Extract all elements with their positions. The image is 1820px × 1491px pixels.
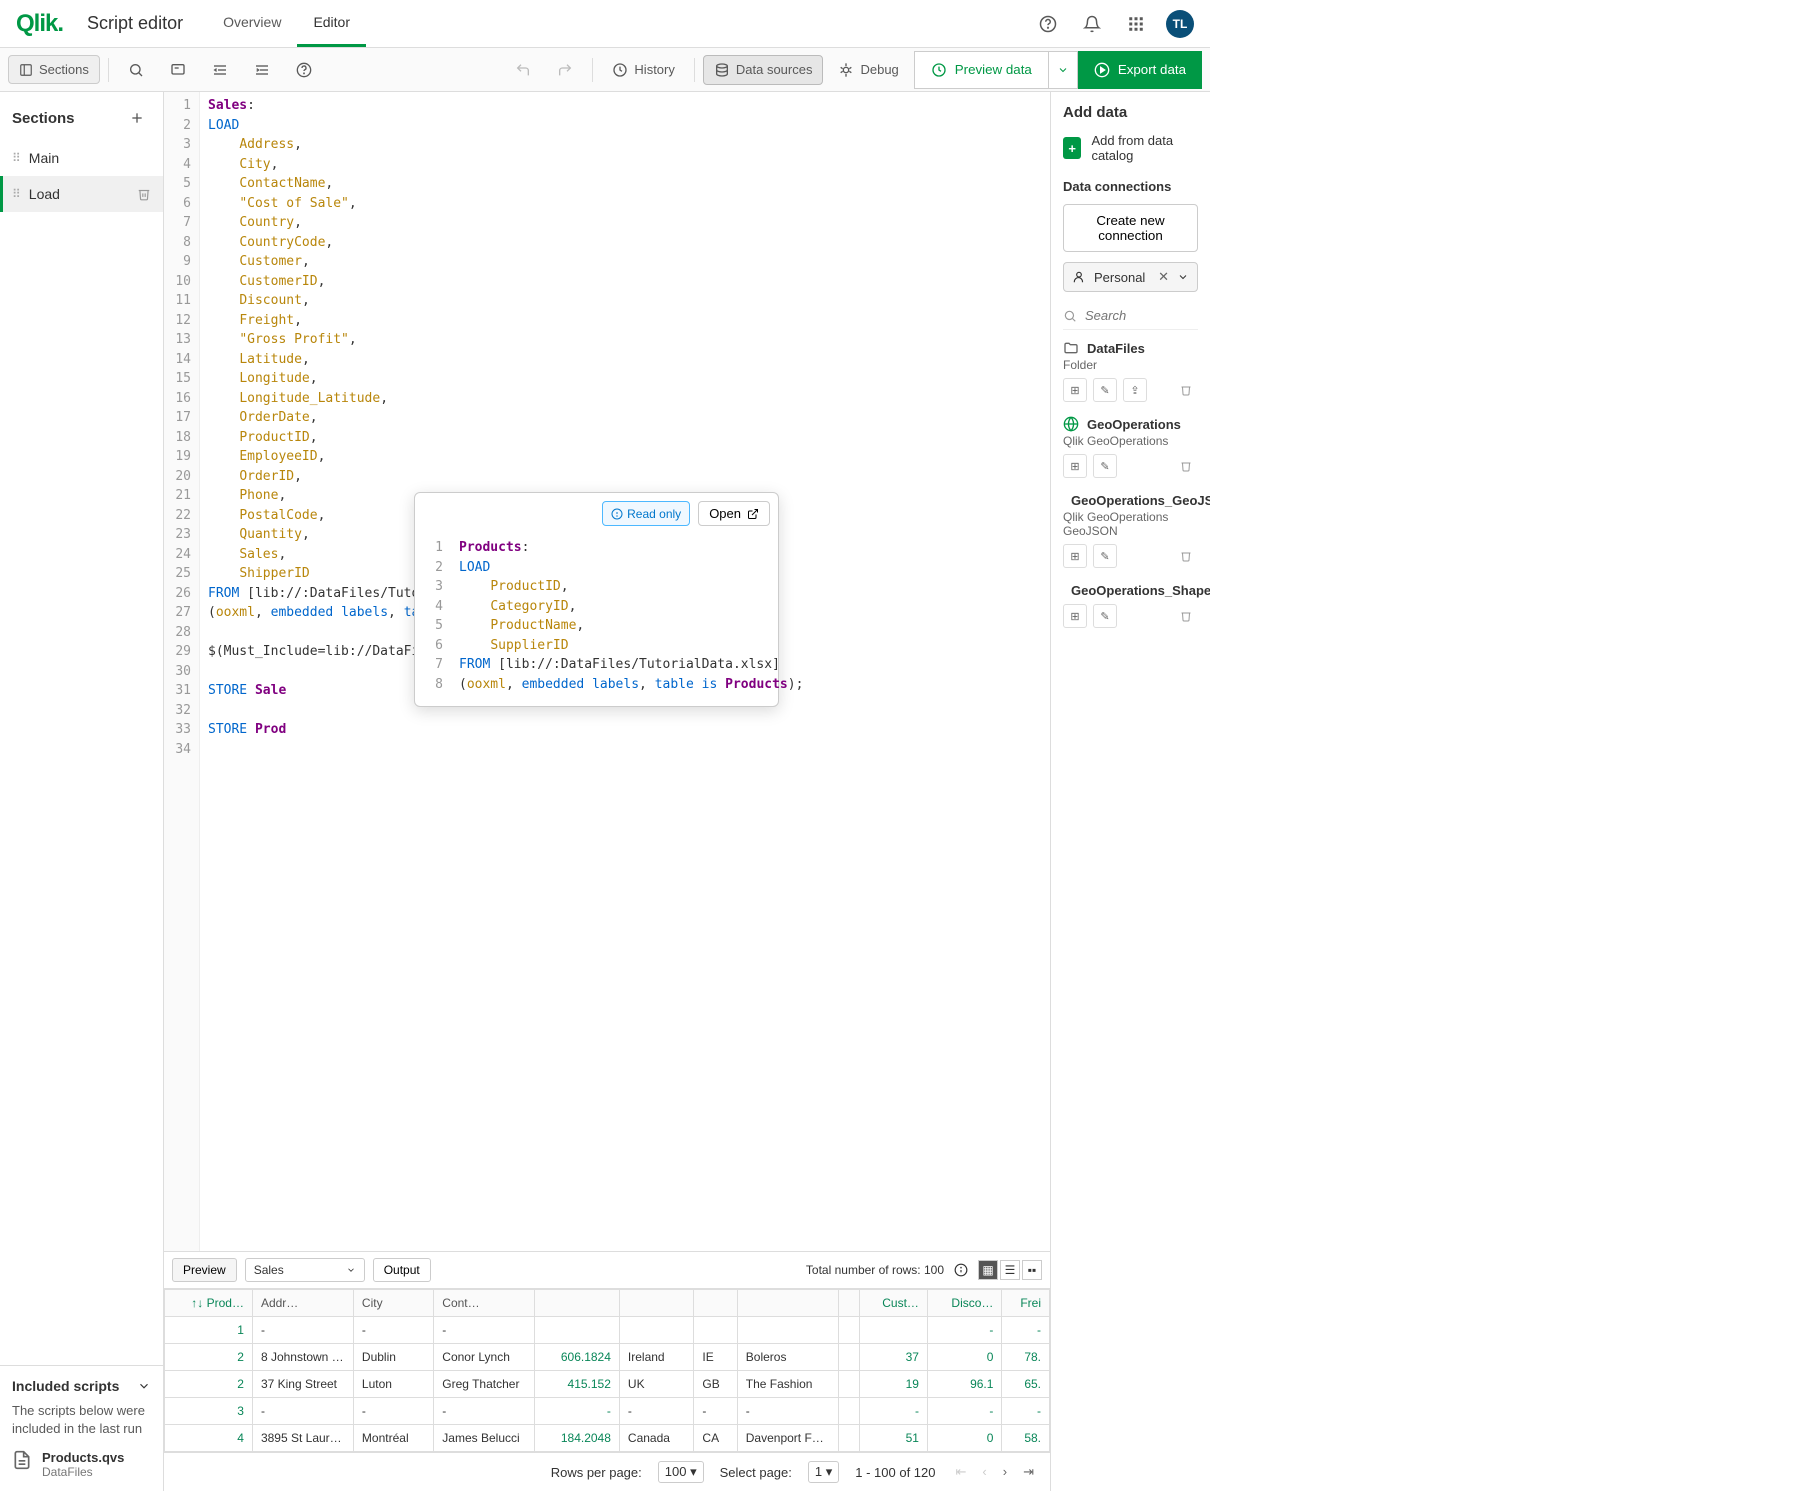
delete-connection-icon[interactable] [1174,454,1198,478]
select-page-label: Select page: [720,1465,792,1480]
included-scripts-desc: The scripts below were included in the l… [12,1402,151,1438]
total-rows-label: Total number of rows: 100 [806,1263,944,1277]
preview-table[interactable]: ↑↓ Prod…Addr…CityCont…Cust…Disco…Frei1--… [164,1289,1050,1452]
rows-per-page-label: Rows per page: [551,1465,642,1480]
delete-connection-icon[interactable] [1174,604,1198,628]
upload-icon[interactable]: ⇪ [1123,378,1147,402]
undo-icon[interactable] [504,55,542,85]
bell-icon[interactable] [1078,10,1106,38]
preview-panel: Preview Sales Output Total number of row… [164,1251,1050,1491]
connection-item[interactable]: GeoOperations_GeoJSON Qlik GeoOperations… [1063,492,1198,568]
select-data-icon[interactable]: ⊞ [1063,604,1087,628]
view-table-icon[interactable]: ▦ [978,1260,998,1280]
collapse-icon[interactable] [137,1379,151,1393]
delete-section-icon[interactable] [137,187,151,201]
output-tab-button[interactable]: Output [373,1258,431,1282]
data-connections-title: Data connections [1063,179,1198,194]
included-file-name: Products.qvs [42,1450,124,1465]
delete-connection-icon[interactable] [1174,544,1198,568]
sections-sidebar: Sections ⠿ Main ⠿ Load Included scripts … [0,92,164,1491]
section-item-main[interactable]: ⠿ Main [0,140,163,176]
create-connection-button[interactable]: Create new connection [1063,204,1198,252]
script-file-icon [12,1450,32,1470]
section-item-load[interactable]: ⠿ Load [0,176,163,212]
view-list-icon[interactable]: ☰ [1000,1260,1020,1280]
edit-connection-icon[interactable]: ✎ [1093,454,1117,478]
drag-handle-icon[interactable]: ⠿ [12,151,19,165]
qlik-logo: Qlik. [16,10,63,38]
outdent-icon[interactable] [201,55,239,85]
include-preview-popup: Read only Open 12345678 Products:LOAD Pr… [414,492,779,707]
app-header: Qlik. Script editor Overview Editor TL [0,0,1210,48]
sections-title: Sections [12,110,75,127]
edit-connection-icon[interactable]: ✎ [1093,604,1117,628]
included-scripts-panel: Included scripts The scripts below were … [0,1365,163,1491]
table-select[interactable]: Sales [245,1258,365,1282]
page-last-icon[interactable]: ⇥ [1019,1462,1038,1482]
select-data-icon[interactable]: ⊞ [1063,454,1087,478]
tab-overview[interactable]: Overview [207,0,297,47]
sections-toggle-button[interactable]: Sections [8,55,100,84]
section-label: Load [29,186,60,202]
header-tabs: Overview Editor [207,0,366,47]
debug-button[interactable]: Debug [827,55,909,85]
connection-search-input[interactable] [1085,308,1210,323]
data-sources-panel: Add data + Add from data catalog Data co… [1050,92,1210,1491]
history-button[interactable]: History [601,55,685,85]
preview-tab-button[interactable]: Preview [172,1258,237,1282]
info-icon[interactable] [954,1263,968,1277]
preview-data-button[interactable]: Preview data [914,51,1049,89]
add-section-icon[interactable] [123,104,151,132]
page-range-label: 1 - 100 of 120 [855,1465,935,1480]
add-from-catalog-button[interactable]: + Add from data catalog [1063,133,1198,163]
included-file-source: DataFiles [42,1465,124,1479]
search-icon[interactable] [117,55,155,85]
select-page-select[interactable]: 1 ▾ [808,1461,839,1483]
connection-item[interactable]: GeoOperations_Shapefile ⊞ ✎ [1063,582,1198,628]
plus-icon: + [1063,137,1081,159]
connection-item[interactable]: GeoOperations Qlik GeoOperations ⊞ ✎ [1063,416,1198,478]
page-first-icon[interactable]: ⇤ [952,1462,971,1482]
edit-connection-icon[interactable]: ✎ [1093,378,1117,402]
open-script-button[interactable]: Open [698,501,770,526]
preview-data-dropdown[interactable] [1049,51,1078,89]
page-prev-icon[interactable]: ‹ [978,1462,990,1482]
space-filter[interactable]: Personal ✕ [1063,262,1198,292]
comment-icon[interactable] [159,55,197,85]
tab-editor[interactable]: Editor [297,0,366,47]
view-grid-icon[interactable]: ▪▪ [1022,1260,1042,1280]
section-label: Main [29,150,59,166]
data-sources-button[interactable]: Data sources [703,55,824,85]
rows-per-page-select[interactable]: 100 ▾ [658,1461,704,1483]
delete-connection-icon[interactable] [1174,378,1198,402]
add-data-title: Add data [1063,104,1198,121]
help-toolbar-icon[interactable] [285,55,323,85]
help-icon[interactable] [1034,10,1062,38]
select-data-icon[interactable]: ⊞ [1063,544,1087,568]
clear-filter-icon[interactable]: ✕ [1158,269,1169,285]
chevron-down-icon[interactable] [1177,271,1189,283]
connection-item[interactable]: DataFiles Folder ⊞ ✎ ⇪ [1063,340,1198,402]
included-scripts-title: Included scripts [12,1378,119,1394]
avatar[interactable]: TL [1166,10,1194,38]
drag-handle-icon[interactable]: ⠿ [12,187,19,201]
editor-toolbar: Sections History Data sources Debug Prev… [0,48,1210,92]
redo-icon[interactable] [546,55,584,85]
search-icon [1063,309,1077,323]
export-data-button[interactable]: Export data [1078,51,1202,89]
select-data-icon[interactable]: ⊞ [1063,378,1087,402]
pager: Rows per page: 100 ▾ Select page: 1 ▾ 1 … [164,1452,1050,1491]
apps-grid-icon[interactable] [1122,10,1150,38]
connection-search[interactable] [1063,302,1198,330]
page-next-icon[interactable]: › [999,1462,1011,1482]
readonly-badge: Read only [602,501,690,526]
edit-connection-icon[interactable]: ✎ [1093,544,1117,568]
user-icon [1072,270,1086,284]
indent-icon[interactable] [243,55,281,85]
app-name: Script editor [87,13,183,34]
included-file-item[interactable]: Products.qvs DataFiles [12,1450,151,1479]
